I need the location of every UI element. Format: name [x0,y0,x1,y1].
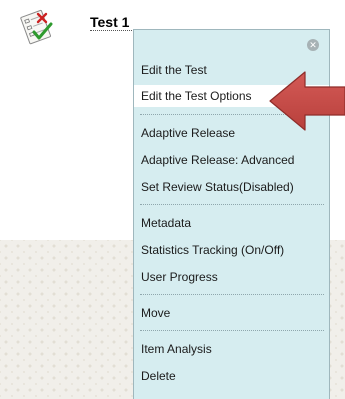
test-title-link[interactable]: Test 1 [90,14,129,30]
title-underline-divider [90,30,134,31]
menu-item-set-review-status[interactable]: Set Review Status(Disabled) [134,176,329,198]
menu-item-metadata[interactable]: Metadata [134,212,329,234]
menu-item-delete[interactable]: Delete [134,365,329,387]
menu-item-adaptive-release-advanced[interactable]: Adaptive Release: Advanced [134,149,329,171]
test-checklist-icon [20,8,56,46]
menu-divider [140,330,324,331]
red-pointer-arrow-icon [268,70,345,132]
menu-divider [140,294,324,295]
menu-item-user-progress[interactable]: User Progress [134,266,329,288]
menu-item-statistics-tracking[interactable]: Statistics Tracking (On/Off) [134,239,329,261]
close-circle-icon[interactable]: ✕ [307,39,319,51]
menu-item-item-analysis[interactable]: Item Analysis [134,338,329,360]
menu-divider [140,204,324,205]
menu-item-move[interactable]: Move [134,302,329,324]
